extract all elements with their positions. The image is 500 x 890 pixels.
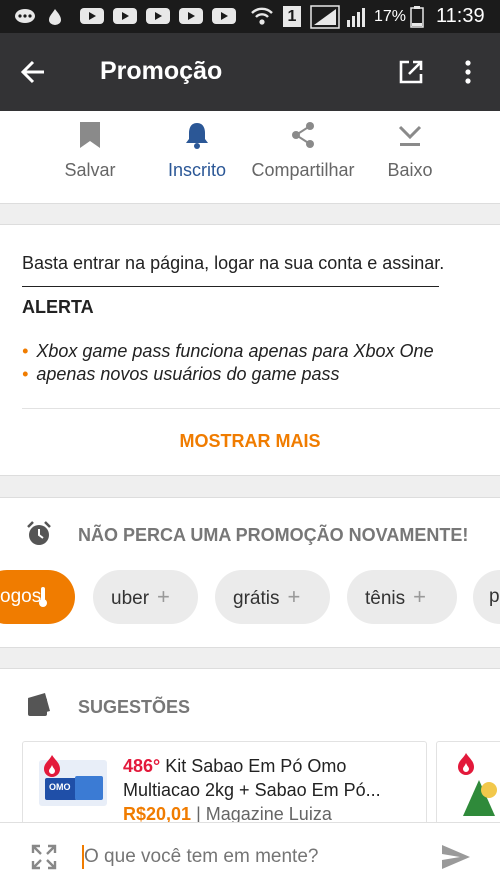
bookmark-icon bbox=[80, 122, 100, 148]
wifi-icon bbox=[251, 7, 273, 25]
description-text: Basta entrar na página, logar na sua con… bbox=[22, 253, 445, 273]
comment-input[interactable] bbox=[84, 841, 414, 873]
alarm-clock-icon bbox=[27, 521, 51, 545]
chevron-down-icon bbox=[398, 125, 422, 146]
bullet-text: Xbox game pass funciona apenas para Xbox… bbox=[36, 341, 434, 361]
expand-icon[interactable] bbox=[30, 843, 58, 871]
alert-title: ALERTA bbox=[22, 297, 94, 317]
action-bar: Salvar Inscrito Compartilhar Baixo bbox=[0, 111, 500, 204]
sim-badge: 1 bbox=[283, 6, 301, 27]
suggestion-item[interactable] bbox=[436, 741, 500, 827]
chip-label: uber bbox=[111, 588, 150, 609]
signal-icon bbox=[310, 5, 340, 29]
vote-down-label: Baixo bbox=[387, 160, 433, 180]
share-label: Compartilhar bbox=[251, 160, 355, 180]
clock: 11:39 bbox=[436, 5, 485, 27]
bullet-text: apenas novos usuários do game pass bbox=[36, 364, 340, 384]
back-arrow-icon[interactable] bbox=[20, 59, 46, 85]
chip-label: grátis bbox=[233, 588, 280, 609]
chat-icon bbox=[15, 9, 35, 23]
subscribed-label: Inscrito bbox=[167, 160, 227, 180]
youtube-notification-icon bbox=[212, 8, 236, 24]
alert-chip[interactable]: grátis + bbox=[215, 570, 330, 624]
app-bar: Promoção bbox=[0, 33, 500, 111]
temperature-badge: 486° bbox=[123, 756, 161, 776]
description-card: Basta entrar na página, logar na sua con… bbox=[0, 224, 500, 476]
suggestions-card: SUGESTÕES OMO 486° Kit Sabao Em Pó Omo M… bbox=[0, 668, 500, 827]
chip-label: tênis bbox=[365, 588, 406, 609]
youtube-notification-icon bbox=[179, 8, 203, 24]
share-button[interactable]: Compartilhar bbox=[244, 121, 362, 181]
suggestion-item[interactable]: OMO 486° Kit Sabao Em Pó Omo Multiacao 2… bbox=[22, 741, 427, 827]
product-thumbnail bbox=[463, 780, 497, 816]
bullet-icon: • bbox=[22, 364, 29, 384]
suggestion-title: Kit Sabao Em Pó Omo bbox=[165, 756, 347, 776]
show-more-button[interactable]: MOSTRAR MAIS bbox=[0, 431, 500, 452]
open-external-icon[interactable] bbox=[398, 59, 424, 85]
page-title: Promoção bbox=[100, 57, 223, 85]
suggestions-title: SUGESTÕES bbox=[78, 697, 191, 717]
divider bbox=[22, 286, 439, 287]
product-thumbnail: OMO bbox=[39, 755, 107, 806]
alert-chip-active[interactable]: ogos bbox=[0, 570, 75, 624]
battery-percent: 17% bbox=[374, 8, 407, 25]
plus-icon: + bbox=[287, 584, 301, 609]
send-icon[interactable] bbox=[440, 843, 472, 871]
status-bar: 1 17% 11:39 bbox=[0, 0, 500, 33]
youtube-notification-icon bbox=[146, 8, 170, 24]
youtube-notification-icon bbox=[113, 8, 137, 24]
vote-down-button[interactable]: Baixo bbox=[378, 121, 442, 181]
hot-flame-icon bbox=[458, 753, 474, 775]
price: R$20,01 bbox=[123, 804, 192, 824]
bell-icon bbox=[186, 123, 208, 149]
plus-icon: + bbox=[413, 584, 426, 609]
signal-icon bbox=[347, 8, 365, 27]
save-label: Salvar bbox=[64, 160, 116, 180]
suggestion-title-line1: 486° Kit Sabao Em Pó Omo bbox=[123, 756, 346, 777]
alert-chip[interactable]: uber + bbox=[93, 570, 198, 624]
save-button[interactable]: Salvar bbox=[50, 121, 130, 181]
thermometer-icon bbox=[39, 587, 47, 607]
plus-icon: + bbox=[157, 584, 170, 609]
chip-label: ogos bbox=[0, 586, 42, 607]
more-options-icon[interactable] bbox=[460, 59, 476, 85]
divider bbox=[22, 408, 500, 409]
share-icon bbox=[292, 122, 314, 148]
store-name: Magazine Luiza bbox=[205, 804, 332, 824]
alert-chip[interactable]: tênis + bbox=[347, 570, 457, 624]
comment-composer bbox=[0, 822, 500, 890]
list-item: • Xbox game pass funciona apenas para Xbo… bbox=[22, 341, 434, 362]
battery-icon bbox=[410, 6, 424, 28]
youtube-notification-icon bbox=[80, 8, 104, 24]
list-item: • apenas novos usuários do game pass bbox=[22, 364, 340, 385]
subscribed-button[interactable]: Inscrito bbox=[158, 121, 236, 181]
chip-label: p bbox=[489, 586, 500, 607]
alerts-title: NÃO PERCA UMA PROMOÇÃO NOVAMENTE! bbox=[78, 525, 469, 545]
hot-flame-icon bbox=[44, 755, 60, 777]
tag-icon bbox=[28, 693, 50, 716]
bullet-icon: • bbox=[22, 341, 29, 361]
fire-alert-icon bbox=[49, 9, 61, 25]
suggestion-title-line2: Multiacao 2kg + Sabao Em Pó... bbox=[123, 780, 381, 800]
